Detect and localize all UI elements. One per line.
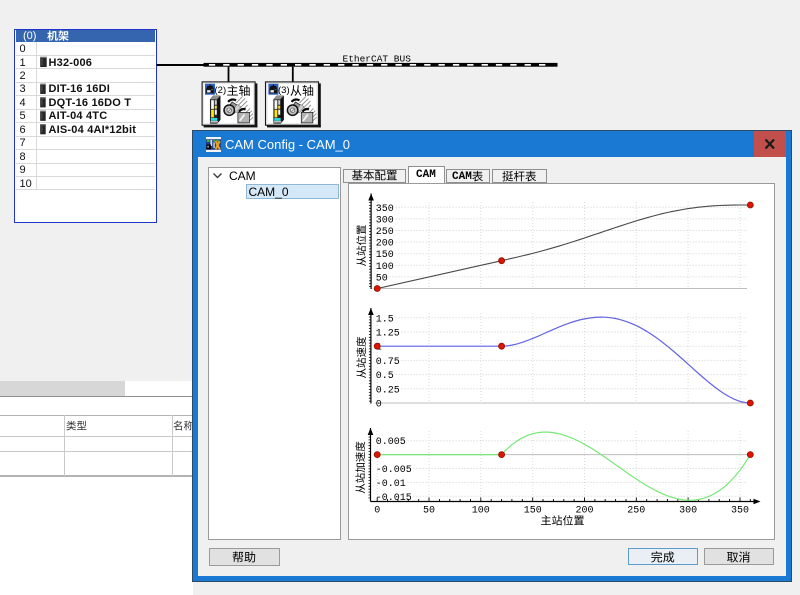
svg-text:100: 100 bbox=[375, 262, 393, 273]
svg-text:0: 0 bbox=[374, 506, 380, 517]
svg-text:150: 150 bbox=[523, 506, 541, 517]
svg-text:0: 0 bbox=[375, 400, 381, 411]
svg-text:200: 200 bbox=[575, 506, 593, 517]
svg-text:150: 150 bbox=[375, 250, 393, 261]
svg-text:0.25: 0.25 bbox=[375, 385, 399, 396]
svg-text:50: 50 bbox=[375, 273, 387, 284]
svg-text:-0.005: -0.005 bbox=[375, 465, 411, 476]
svg-text:0.005: 0.005 bbox=[375, 437, 405, 448]
svg-text:50: 50 bbox=[422, 506, 434, 517]
svg-text:0.75: 0.75 bbox=[375, 357, 399, 368]
svg-text:350: 350 bbox=[375, 204, 393, 215]
svg-text:-0.015: -0.015 bbox=[375, 493, 411, 504]
svg-text:0.5: 0.5 bbox=[375, 371, 393, 382]
svg-text:1.25: 1.25 bbox=[375, 329, 399, 340]
svg-text:250: 250 bbox=[375, 227, 393, 238]
svg-text:300: 300 bbox=[375, 215, 393, 226]
svg-text:350: 350 bbox=[730, 506, 748, 517]
svg-text:300: 300 bbox=[679, 506, 697, 517]
svg-text:-0.01: -0.01 bbox=[375, 479, 405, 490]
svg-text:250: 250 bbox=[627, 506, 645, 517]
svg-text:1.5: 1.5 bbox=[375, 314, 393, 325]
svg-text:100: 100 bbox=[471, 506, 489, 517]
svg-text:200: 200 bbox=[375, 239, 393, 250]
